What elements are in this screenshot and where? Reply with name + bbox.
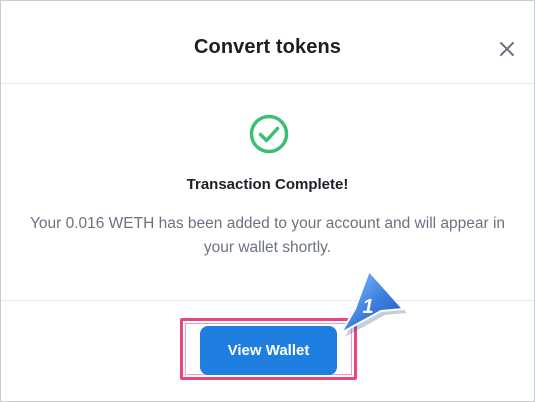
convert-tokens-dialog: Convert tokens Transaction Complete! You…	[0, 0, 535, 402]
step-number: 1	[362, 296, 373, 318]
dialog-header: Convert tokens	[1, 1, 534, 84]
dialog-body: Transaction Complete! Your 0.016 WETH ha…	[1, 84, 534, 301]
dialog-title: Convert tokens	[194, 36, 341, 58]
check-circle-icon	[248, 113, 290, 155]
close-icon[interactable]	[496, 38, 518, 60]
step-callout: 1	[335, 269, 407, 339]
status-message: Your 0.016 WETH has been added to your a…	[29, 215, 506, 256]
status-heading: Transaction Complete!	[186, 176, 349, 193]
view-wallet-button[interactable]: View Wallet	[200, 326, 337, 375]
